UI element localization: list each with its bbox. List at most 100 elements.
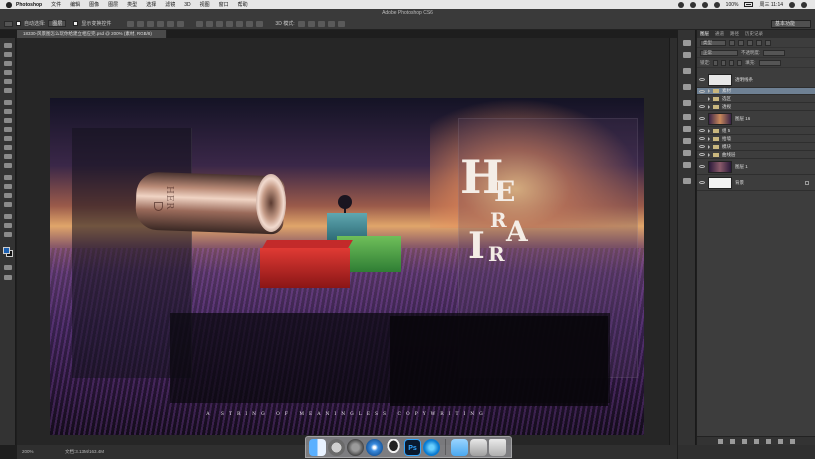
blur-tool-icon[interactable] xyxy=(4,154,12,159)
healing-brush-tool-icon[interactable] xyxy=(4,100,12,105)
clone-source-panel-icon[interactable] xyxy=(683,138,691,144)
menu-3d[interactable]: 3D xyxy=(184,2,190,8)
gradient-tool-icon[interactable] xyxy=(4,145,12,150)
layer-style-icon[interactable] xyxy=(729,438,735,444)
align-middle-icon[interactable] xyxy=(137,20,145,27)
system-preferences-icon[interactable] xyxy=(347,438,364,456)
lasso-tool-icon[interactable] xyxy=(4,61,12,66)
finder-icon[interactable] xyxy=(309,438,326,456)
show-transform-checkbox[interactable] xyxy=(73,21,79,26)
canvas-area[interactable]: HER H E R A I R A STRING OF MEANINGLESS … xyxy=(17,38,677,445)
history-panel-icon[interactable] xyxy=(683,40,691,46)
distribute-bottom-icon[interactable] xyxy=(216,20,224,27)
clone-stamp-tool-icon[interactable] xyxy=(4,118,12,123)
layer-kind-filter[interactable]: 类型 xyxy=(700,39,726,46)
auto-align-icon[interactable] xyxy=(256,20,264,27)
menu-select[interactable]: 选择 xyxy=(146,1,156,8)
auto-select-dropdown[interactable]: 图层 xyxy=(48,20,67,27)
3d-rotate-tool-icon[interactable] xyxy=(4,214,12,219)
expand-arrow-icon[interactable] xyxy=(708,136,710,141)
blend-mode-dropdown[interactable]: 正常 xyxy=(700,49,738,56)
align-left-icon[interactable] xyxy=(157,20,165,27)
eye-icon[interactable] xyxy=(699,145,705,148)
brush-tool-icon[interactable] xyxy=(4,109,12,114)
menu-window[interactable]: 窗口 xyxy=(219,1,229,8)
layer-row[interactable]: 拾墙 xyxy=(697,135,815,143)
zoom-tool-icon[interactable] xyxy=(4,232,12,237)
layer-row[interactable]: 图层 1 xyxy=(697,159,815,175)
new-layer-icon[interactable] xyxy=(777,438,783,444)
properties-panel-icon[interactable] xyxy=(683,52,691,58)
scale-3d-icon[interactable] xyxy=(337,20,345,27)
pen-tool-icon[interactable] xyxy=(4,175,12,180)
lock-transparent-icon[interactable] xyxy=(713,59,719,66)
expand-arrow-icon[interactable] xyxy=(708,128,710,133)
search-icon[interactable] xyxy=(789,1,795,8)
notification-center-icon[interactable] xyxy=(801,1,807,8)
menu-filter[interactable]: 滤镜 xyxy=(165,1,175,8)
filter-shape-icon[interactable] xyxy=(756,39,762,46)
menu-file[interactable]: 文件 xyxy=(51,1,61,8)
roll-3d-icon[interactable] xyxy=(307,20,315,27)
filter-pixel-icon[interactable] xyxy=(729,39,735,46)
menu-layer[interactable]: 图层 xyxy=(108,1,118,8)
photoshop-icon[interactable]: Ps xyxy=(404,438,421,456)
eye-icon[interactable] xyxy=(699,153,705,156)
distribute-center-icon[interactable] xyxy=(236,20,244,27)
eye-icon[interactable] xyxy=(699,89,705,93)
distribute-middle-icon[interactable] xyxy=(206,20,214,27)
quick-select-tool-icon[interactable] xyxy=(4,70,12,75)
align-center-icon[interactable] xyxy=(167,20,175,27)
lock-position-icon[interactable] xyxy=(729,59,735,66)
lock-image-icon[interactable] xyxy=(721,59,727,66)
align-top-icon[interactable] xyxy=(127,20,135,27)
expand-arrow-icon[interactable] xyxy=(708,89,710,93)
3d-panel-icon[interactable] xyxy=(683,178,691,184)
align-right-icon[interactable] xyxy=(177,20,185,27)
document-tab[interactable]: 18330-风景图怎么玩你给建立相应完.psd @ 200% (素材, RGB/… xyxy=(17,30,167,38)
link-layers-icon[interactable] xyxy=(717,438,723,444)
menu-help[interactable]: 帮助 xyxy=(238,1,248,8)
tab-layers[interactable]: 图层 xyxy=(700,31,709,37)
expand-arrow-icon[interactable] xyxy=(708,104,710,109)
safari-icon[interactable] xyxy=(366,438,383,456)
path-select-tool-icon[interactable] xyxy=(4,193,12,198)
eyedropper-tool-icon[interactable] xyxy=(4,88,12,93)
eye-icon[interactable] xyxy=(699,181,705,184)
wechat-icon[interactable] xyxy=(689,1,696,8)
distribute-top-icon[interactable] xyxy=(196,20,204,27)
tab-history[interactable]: 历史记录 xyxy=(745,31,763,37)
filter-adjustment-icon[interactable] xyxy=(738,39,744,46)
lock-all-icon[interactable] xyxy=(737,59,743,66)
layer-row[interactable]: 曲线层 xyxy=(697,151,815,159)
menu-type[interactable]: 类型 xyxy=(127,1,137,8)
vertical-scrollbar[interactable] xyxy=(669,38,677,445)
qq-icon[interactable] xyxy=(385,438,402,456)
folder-icon[interactable] xyxy=(451,438,468,456)
eye-icon[interactable] xyxy=(699,78,705,81)
edge-icon[interactable] xyxy=(423,438,440,456)
hand-tool-icon[interactable] xyxy=(4,223,12,228)
layer-row-selected[interactable]: 素材 xyxy=(697,88,815,95)
drag-3d-icon[interactable] xyxy=(317,20,325,27)
trash-icon[interactable] xyxy=(489,438,506,456)
layer-row[interactable]: 图层 16 xyxy=(697,111,815,127)
eye-icon[interactable] xyxy=(699,129,705,132)
opacity-input[interactable] xyxy=(763,49,786,56)
character-panel-icon[interactable] xyxy=(683,150,691,156)
status-icon[interactable] xyxy=(677,1,684,8)
launchpad-icon[interactable] xyxy=(328,438,345,456)
move-tool-preset-icon[interactable] xyxy=(4,20,13,27)
workspace-dropdown[interactable]: 基本功能 xyxy=(771,20,811,28)
clock[interactable]: 周三 11:14 xyxy=(759,1,783,8)
menu-image[interactable]: 图像 xyxy=(89,1,99,8)
new-group-icon[interactable] xyxy=(765,438,771,444)
expand-arrow-icon[interactable] xyxy=(708,96,710,101)
layer-row[interactable]: 透视 xyxy=(697,103,815,111)
shape-tool-icon[interactable] xyxy=(4,202,12,207)
brush-panel-icon[interactable] xyxy=(683,126,691,132)
adjustment-layer-icon[interactable] xyxy=(753,438,759,444)
auto-select-checkbox[interactable] xyxy=(16,21,21,26)
tab-paths[interactable]: 路径 xyxy=(730,31,739,37)
layer-row[interactable]: 组 5 xyxy=(697,127,815,135)
